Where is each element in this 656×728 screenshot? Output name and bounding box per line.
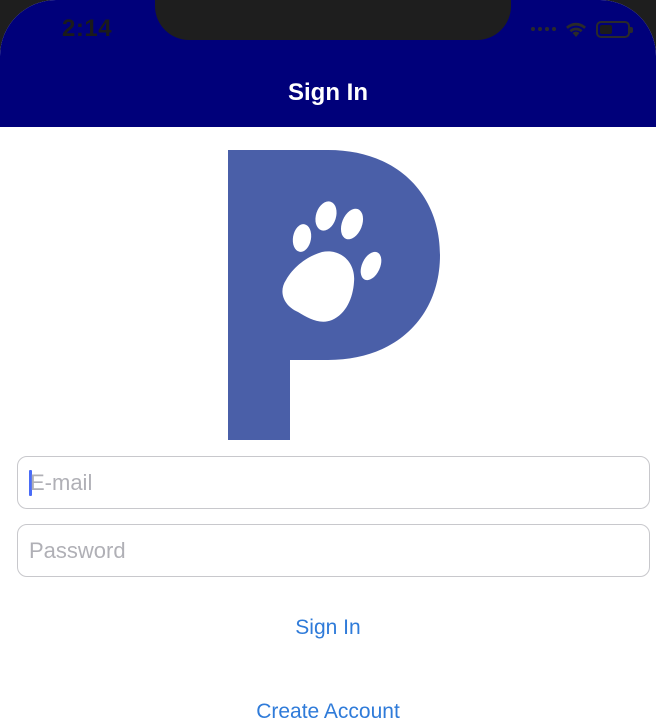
status-time: 2:14 [62,15,113,42]
wifi-icon [566,22,586,37]
email-placeholder: E-mail [30,469,93,495]
status-icons [531,18,633,40]
navigation-bar: Sign In [0,58,656,127]
cellular-signal-icon [531,27,556,31]
battery-icon [596,20,633,38]
password-field[interactable]: Password [17,524,650,577]
status-bar: 2:14 [0,0,656,58]
password-placeholder: Password [29,537,126,563]
paw-print-p-logo-icon [228,150,440,440]
sign-in-button[interactable]: Sign In [0,616,656,640]
email-field[interactable]: E-mail [17,456,650,509]
app-screen: 2:14 Sign In E-mail Password Sign In Cre… [0,0,656,728]
device-notch [155,0,511,40]
create-account-button[interactable]: Create Account [0,700,656,724]
page-title: Sign In [288,78,368,106]
